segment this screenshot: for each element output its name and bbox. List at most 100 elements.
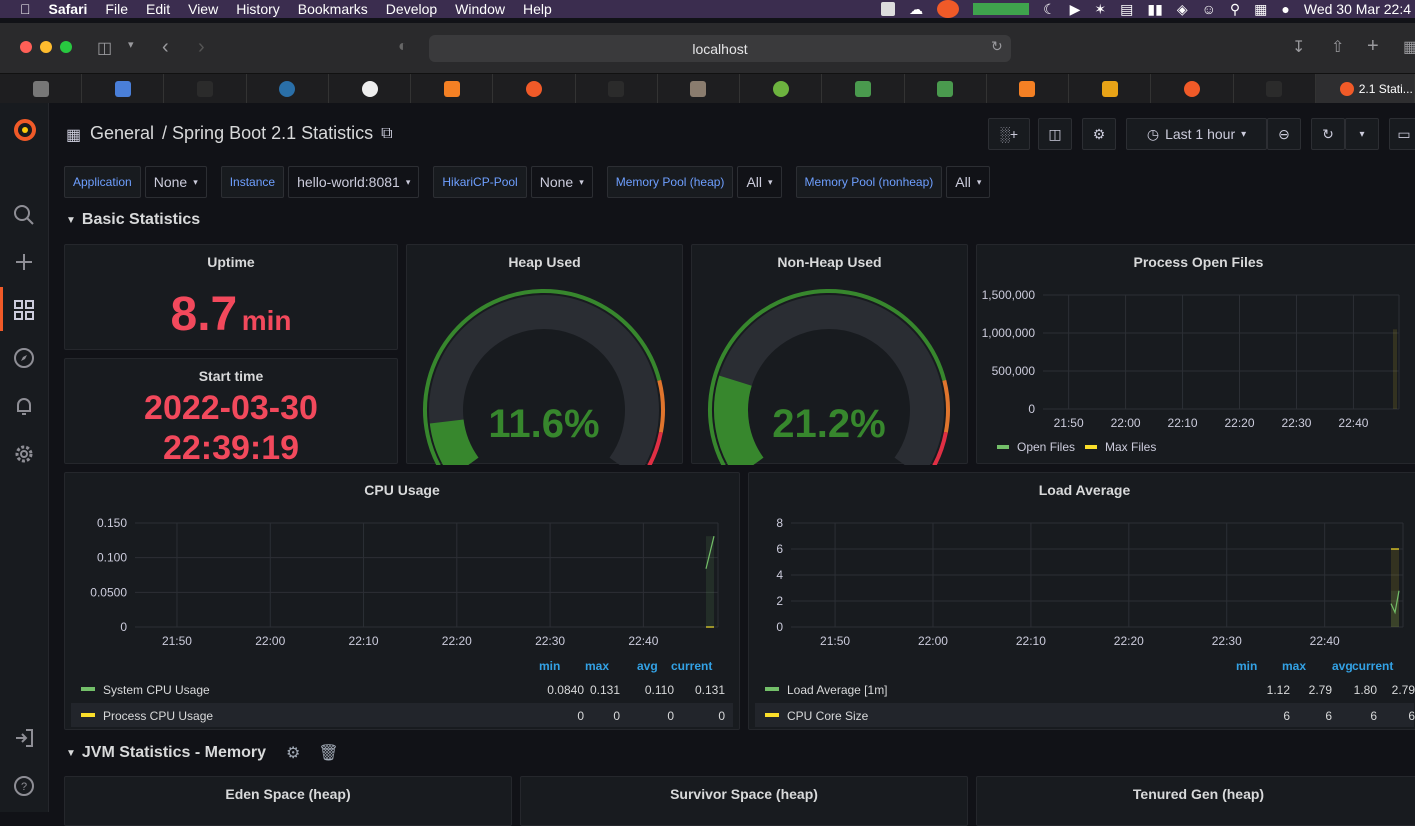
legend-swatch[interactable] [765, 687, 779, 691]
variable-select-hikaricp-pool[interactable]: None ▾ [530, 166, 593, 198]
menu-window[interactable]: Window [455, 1, 505, 17]
time-picker-button[interactable]: ◷ Last 1 hour ▾ [1126, 118, 1267, 150]
browser-tab[interactable] [740, 74, 823, 104]
menu-history[interactable]: History [236, 1, 280, 17]
legend-swatch[interactable] [765, 713, 779, 717]
menu-app-name[interactable]: Safari [49, 1, 88, 17]
refresh-button[interactable]: ↻ [1311, 118, 1345, 150]
panel-process-open-files[interactable]: Process Open Files 1,500,000 1,000,000 500… [976, 244, 1415, 464]
panel-uptime[interactable]: Uptime 8.7 min [64, 244, 398, 350]
variable-select-memory-pool-nonheap[interactable]: All ▾ [946, 166, 991, 198]
spotlight-search-icon[interactable]: ⚲ [1230, 1, 1240, 18]
browser-tab[interactable] [576, 74, 658, 104]
close-window-button[interactable] [20, 41, 32, 53]
row-settings-gear-icon[interactable]: ⚙ [286, 743, 300, 763]
variable-select-instance[interactable]: hello-world:8081 ▾ [288, 166, 420, 198]
tab-overview-icon[interactable]: ▦ [1403, 37, 1415, 57]
dashboard-title[interactable]: / Spring Boot 2.1 Statistics [162, 123, 373, 144]
browser-tab[interactable] [1151, 74, 1234, 104]
zoom-out-button[interactable]: ⊖ [1267, 118, 1301, 150]
wifi-icon[interactable]: ◈ [1177, 1, 1188, 18]
panel-tenured-gen[interactable]: Tenured Gen (heap) [976, 776, 1415, 826]
status-app-icon[interactable] [881, 2, 896, 16]
legend-series-name[interactable]: Process CPU Usage [103, 709, 213, 723]
legend-header-min[interactable]: min [1236, 659, 1257, 673]
share-icon[interactable]: ⇧ [1331, 37, 1344, 57]
back-icon[interactable]: ‹ [162, 36, 169, 59]
download-icon[interactable]: ↧ [1292, 37, 1305, 57]
dashboards-icon[interactable] [12, 298, 36, 322]
bluetooth-icon[interactable]: ✶ [1094, 1, 1106, 18]
menu-bookmarks[interactable]: Bookmarks [298, 1, 368, 17]
grafana-logo-icon[interactable] [11, 116, 39, 144]
apple-icon[interactable]:  [20, 1, 31, 17]
browser-tab[interactable] [329, 74, 412, 104]
legend-header-min[interactable]: min [539, 659, 560, 673]
browser-tab[interactable] [905, 74, 987, 104]
row-basic-statistics[interactable]: ▼ Basic Statistics [66, 211, 200, 229]
panel-cpu-usage[interactable]: CPU Usage 0.150 0.100 0.0500 0 21:50 22:00 22:… [64, 472, 740, 730]
add-panel-button[interactable]: ░+ [988, 118, 1030, 150]
panel-eden-space[interactable]: Eden Space (heap) [64, 776, 512, 826]
save-dashboard-button[interactable]: ◫ [1038, 118, 1072, 150]
control-center-icon[interactable]: ▦ [1254, 1, 1267, 18]
status-play-icon[interactable]: ▶ [1070, 1, 1081, 18]
status-display-icon[interactable]: ▤ [1120, 1, 1133, 18]
browser-tab[interactable] [493, 74, 576, 104]
status-badge-icon[interactable] [937, 0, 960, 18]
legend-swatch[interactable] [81, 687, 95, 691]
browser-tab[interactable] [411, 74, 494, 104]
panel-non-heap-used[interactable]: Non-Heap Used 21.2% [691, 244, 968, 465]
dashboard-settings-button[interactable]: ⚙ [1082, 118, 1116, 150]
breadcrumb-folder[interactable]: General [90, 123, 154, 144]
legend-series-name[interactable]: Load Average [1m] [787, 683, 888, 697]
tv-mode-button[interactable]: ▭ [1389, 118, 1415, 150]
status-moon-icon[interactable]: ☾ [1043, 1, 1056, 18]
legend-series-name[interactable]: System CPU Usage [103, 683, 210, 697]
legend-header-current[interactable]: current [671, 659, 712, 673]
browser-tab[interactable] [1069, 74, 1152, 104]
legend-header-current[interactable]: current [1352, 659, 1393, 673]
menu-file[interactable]: File [105, 1, 128, 17]
row-delete-trash-icon[interactable]: 🗑 [318, 743, 338, 763]
refresh-interval-button[interactable]: ▾ [1345, 118, 1379, 150]
browser-tab[interactable] [1234, 74, 1316, 104]
help-icon[interactable]: ? [12, 774, 36, 798]
battery-icon[interactable]: ▮▮ [1147, 1, 1162, 18]
privacy-shield-icon[interactable]: ◐ [398, 38, 408, 56]
menu-help[interactable]: Help [523, 1, 552, 17]
panel-load-average[interactable]: Load Average 8 6 4 2 0 21:50 22:00 22:10 22:20 22… [748, 472, 1415, 730]
share-dashboard-icon[interactable]: ⧉ [381, 125, 392, 143]
browser-tab-active[interactable]: 2.1 Stati... [1315, 74, 1415, 104]
browser-tab[interactable] [82, 74, 165, 104]
browser-tab[interactable] [164, 74, 247, 104]
browser-tab[interactable] [987, 74, 1070, 104]
address-bar[interactable]: localhost [429, 35, 1011, 62]
browser-tab[interactable] [247, 74, 329, 104]
menu-edit[interactable]: Edit [146, 1, 170, 17]
browser-tab[interactable] [0, 74, 83, 104]
legend-swatch[interactable] [81, 713, 95, 717]
legend-header-max[interactable]: max [1282, 659, 1306, 673]
legend-series-name[interactable]: CPU Core Size [787, 709, 868, 723]
create-plus-icon[interactable] [12, 250, 36, 274]
variable-select-application[interactable]: None ▾ [144, 166, 207, 198]
browser-tab[interactable] [822, 74, 905, 104]
variable-select-memory-pool-heap[interactable]: All ▾ [737, 166, 782, 198]
siri-icon[interactable]: ● [1281, 1, 1289, 17]
status-cloud-icon[interactable]: ☁ [909, 1, 923, 18]
search-icon[interactable] [12, 203, 36, 227]
legend-header-max[interactable]: max [585, 659, 609, 673]
panel-survivor-space[interactable]: Survivor Space (heap) [520, 776, 968, 826]
panel-heap-used[interactable]: Heap Used 11.6% [406, 244, 683, 465]
browser-tab[interactable] [658, 74, 741, 104]
user-icon[interactable]: ☺ [1202, 1, 1216, 17]
chevron-down-icon[interactable]: ▾ [128, 38, 134, 51]
row-jvm-memory[interactable]: ▼ JVM Statistics - Memory ⚙ 🗑 [66, 743, 339, 763]
menubar-clock[interactable]: Wed 30 Mar 22:4 [1304, 1, 1411, 17]
forward-icon[interactable]: › [198, 36, 205, 59]
configuration-gear-icon[interactable] [12, 442, 36, 466]
menu-view[interactable]: View [188, 1, 218, 17]
sidebar-toggle-icon[interactable]: ◫ [97, 38, 112, 58]
legend-header-avg[interactable]: avg [1332, 659, 1353, 673]
